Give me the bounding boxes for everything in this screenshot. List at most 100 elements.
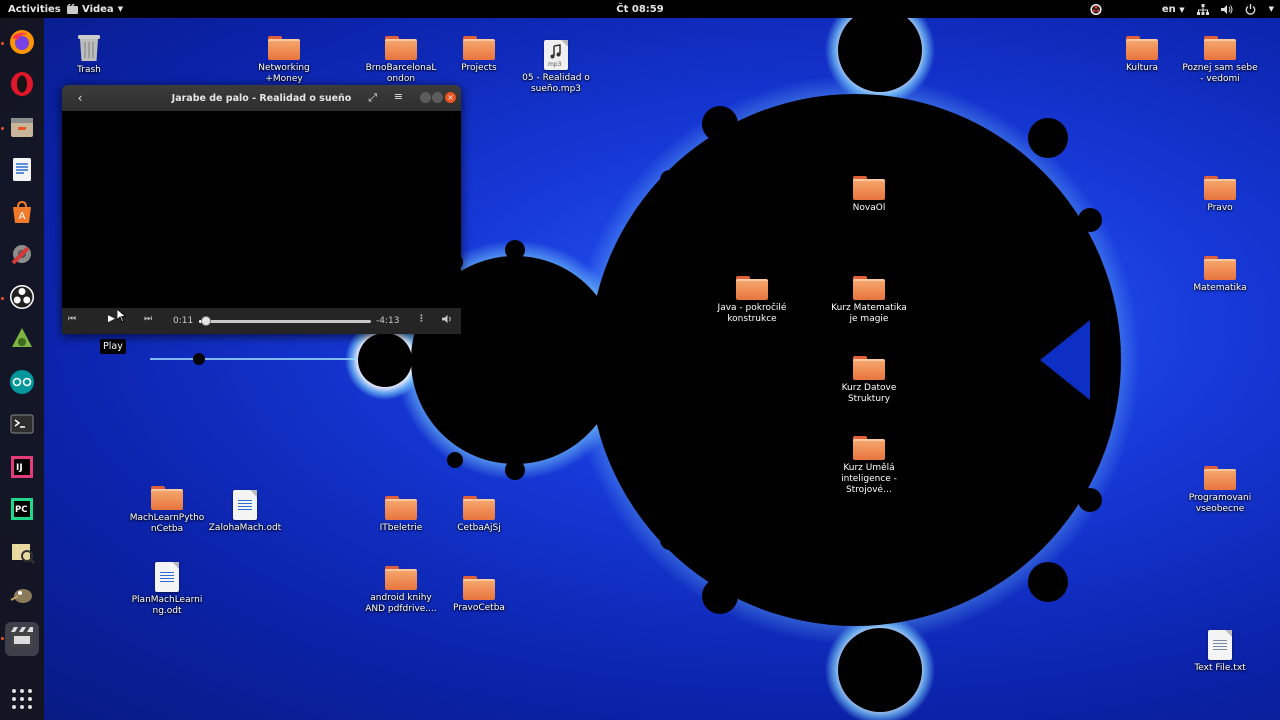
app-menu[interactable]: Videa ▼ [66,3,123,15]
dock-item-opera[interactable] [5,69,39,103]
language-indicator[interactable]: en ▼ [1162,4,1185,15]
app-menu-label: Videa [82,3,114,15]
dock-item-file-manager[interactable] [1,112,39,146]
close-icon: × [447,93,454,102]
fullscreen-button[interactable]: ⤢ [368,91,377,105]
odt-file-icon [233,490,257,520]
maximize-button[interactable] [432,92,443,103]
desktop-icon[interactable]: PravoCetba [441,576,517,614]
folder-icon [853,276,885,300]
file-manager-icon [8,113,36,145]
desktop-icon-label: Programovani vseobecne [1188,493,1252,514]
desktop-icon[interactable]: Trash [51,32,127,76]
desktop-icon-label: Networking +Money [258,63,310,84]
dock-item-settings[interactable] [5,239,39,273]
back-button[interactable]: ‹ [68,89,92,107]
desktop-icon[interactable]: Poznej sam sebe - vedomi [1182,36,1258,85]
dock-item-intellij[interactable]: IJ [5,452,39,486]
folder-icon [463,576,495,600]
close-button[interactable]: × [445,92,456,103]
dock-item-gimp[interactable] [5,579,39,613]
obs-tray-icon[interactable] [1090,3,1102,15]
desktop-icon[interactable]: NovaOl [831,176,907,214]
desktop-icon[interactable]: Networking +Money [246,36,322,85]
desktop-icon[interactable]: Kurz Matematika je magie [831,276,907,325]
dock-item-obs[interactable] [1,282,39,316]
power-icon[interactable] [1245,3,1257,15]
seek-handle[interactable] [201,316,212,326]
dock-item-android-studio[interactable] [5,324,39,358]
next-button[interactable]: ⏭ [144,314,152,324]
gimp-icon [8,580,36,612]
desktop-icon[interactable]: Kurz Umělá inteligence - Strojové… [831,436,907,496]
desktop-icon-label: ZalohaMach.odt [208,523,282,533]
mouse-cursor-icon [117,309,126,322]
dock-item-firefox[interactable] [1,27,39,61]
activities-button[interactable]: Activities [0,4,66,15]
chevron-down-icon[interactable]: ▼ [1269,5,1274,13]
desktop-icon[interactable]: CetbaAjSj [441,496,517,534]
videos-app-icon [66,3,78,15]
desktop-icon-label: Kurz Umělá inteligence - Strojové… [841,463,897,495]
desktop-icon-label: Pravo [1207,203,1233,213]
settings-icon [8,240,36,272]
skip-forward-icon: ⏭ [144,314,153,324]
desktop-icon[interactable]: Matematika [1182,256,1258,294]
desktop-icon-label: android knihy AND pdfdrive.... [365,593,437,614]
dock-item-writer[interactable] [5,154,39,188]
desktop-icon[interactable]: Programovani vseobecne [1182,466,1258,515]
folder-icon [151,486,183,510]
desktop-icon-label: Java - pokročilé konstrukce [717,303,787,324]
desktop-icon-label: 05 - Realidad o sueño.mp3 [522,73,590,94]
desktop-icon[interactable]: ZalohaMach.odt [207,490,283,534]
folder-icon [1204,466,1236,490]
svg-text:A: A [19,211,26,222]
desktop-icon[interactable]: Kurz Datove Struktury [831,356,907,405]
folder-icon [1204,256,1236,280]
window-title: Jarabe de palo - Realidad o sueño [171,92,352,104]
android-studio-icon [8,325,36,357]
more-options-button[interactable]: ⋮ [417,314,426,324]
desktop-icon[interactable]: android knihy AND pdfdrive.... [363,566,439,615]
video-area[interactable] [62,111,461,308]
folder-icon [853,436,885,460]
minimize-button[interactable] [420,92,431,103]
pycharm-icon: PC [8,495,36,527]
desktop-icon[interactable]: ITbeletrie [363,496,439,534]
folder-icon [853,176,885,200]
opera-icon [8,70,36,102]
dock-item-terminal[interactable] [5,409,39,443]
dock-item-pycharm[interactable]: PC [5,494,39,528]
desktop-icon[interactable]: Text File.txt [1182,630,1258,674]
elapsed-time: 0:11 [173,316,194,326]
dock-item-software-center[interactable]: A [5,197,39,231]
show-applications-button[interactable] [11,688,33,710]
dock-item-videos[interactable] [1,621,39,656]
network-icon[interactable] [1196,3,1209,15]
writer-icon [8,155,36,187]
obs-icon [8,283,36,315]
seek-bar[interactable] [199,316,371,326]
desktop-icon[interactable]: Projects [441,36,517,74]
volume-icon[interactable] [1220,3,1233,15]
desktop-icon[interactable]: Kultura [1104,36,1180,74]
desktop-icon[interactable]: MachLearnPythonCetba [129,486,205,535]
desktop-icon[interactable]: BrnoBarcelonaLondon [363,36,439,85]
clock[interactable]: Čt 08:59 [0,4,1280,15]
desktop-icon[interactable]: Java - pokročilé konstrukce [714,276,790,325]
top-bar: Activities Videa ▼ Čt 08:59 en ▼ ▼ [0,0,1280,18]
desktop-icon-label: Poznej sam sebe - vedomi [1182,63,1258,84]
previous-button[interactable]: ⏮ [68,314,76,324]
desktop-icon[interactable]: Pravo [1182,176,1258,214]
desktop-icon[interactable]: PlanMachLearning.odt [129,562,205,617]
play-button[interactable]: ▶ [108,314,115,324]
folder-icon [385,566,417,590]
fullscreen-icon: ⤢ [368,91,377,104]
volume-button[interactable] [442,314,453,327]
dock-item-arduino[interactable] [5,367,39,401]
menu-button[interactable]: ≡ [394,90,403,103]
desktop-icon[interactable]: mp3 05 - Realidad o sueño.mp3 [518,40,594,95]
dock-item-image-viewer[interactable] [5,537,39,571]
odt-file-icon [155,562,179,592]
text-file-icon [1208,630,1232,660]
